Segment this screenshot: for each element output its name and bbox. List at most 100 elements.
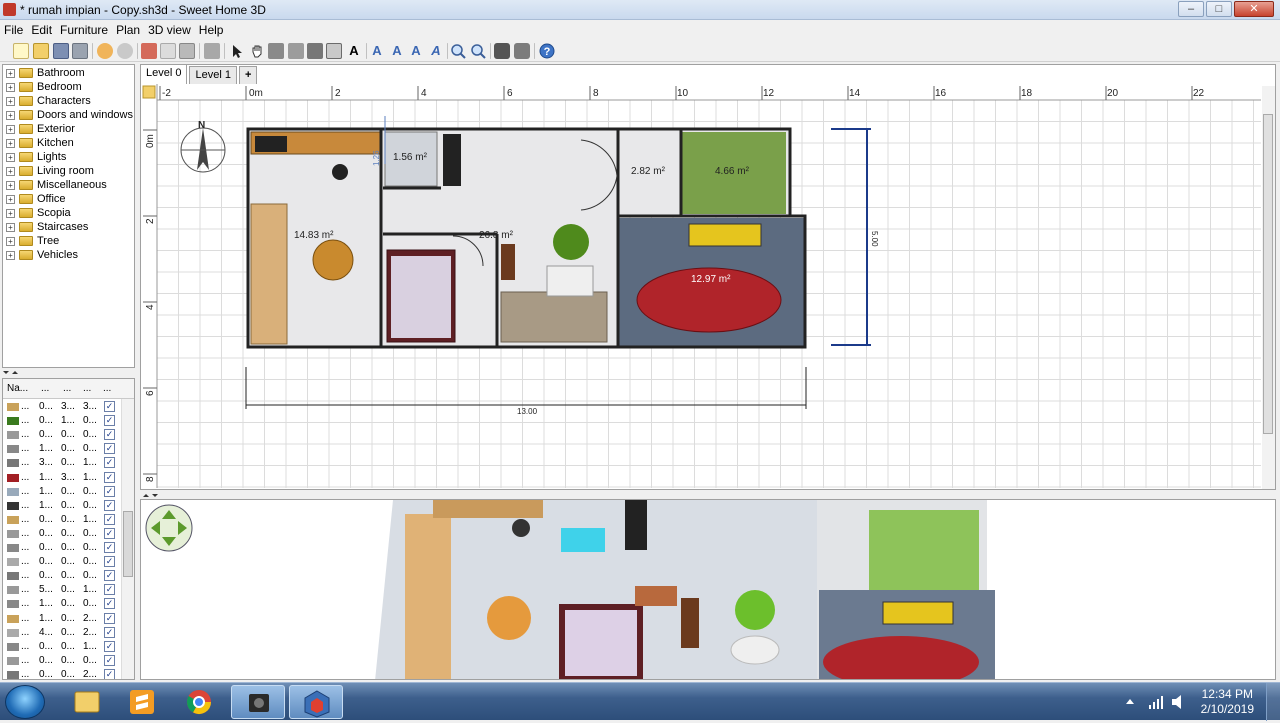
cut-preferences-icon[interactable] [72,43,88,59]
visible-checkbox[interactable]: ✓ [104,668,115,679]
catalog-item-lights[interactable]: + Lights [6,150,66,164]
visible-checkbox[interactable]: ✓ [104,443,115,455]
sublime-icon[interactable] [115,685,169,719]
plan-canvas[interactable]: -2 0m 2 4 6 8 10 12 14 16 18 20 22 0m 2 … [141,84,1261,488]
table-row[interactable]: ... 0... 0... 0... ✓ [3,541,121,555]
visible-checkbox[interactable]: ✓ [104,429,115,441]
catalog-item-office[interactable]: + Office [6,192,66,206]
explorer-icon[interactable] [60,685,114,719]
dimension-height[interactable] [831,128,871,346]
open-icon[interactable] [33,43,49,59]
stool[interactable] [332,164,348,180]
dimension-height-label[interactable]: 5.00 [870,231,879,247]
menu-edit[interactable]: Edit [27,21,56,39]
catalog-splitter[interactable] [0,368,137,376]
plant[interactable] [553,224,589,260]
sweethome3d-icon[interactable] [289,685,343,719]
modify-text-icon[interactable]: A [369,43,385,59]
table-row[interactable]: ... 1... 0... 0... ✓ [3,499,121,513]
create-video-icon[interactable] [514,43,530,59]
room-area-label[interactable]: 26.8 m² [479,230,514,241]
table-row[interactable]: ... 1... 0... 0... ✓ [3,442,121,456]
motorbike[interactable] [688,223,762,247]
table-row[interactable]: ... 5... 0... 1... ✓ [3,583,121,597]
camera-icon[interactable] [231,685,285,719]
menu-help[interactable]: Help [195,21,228,39]
column-header[interactable]: ... [103,383,111,394]
tab-level-0[interactable]: Level 0 [140,64,188,84]
catalog-item-characters[interactable]: + Characters [6,94,91,108]
catalog-item-miscellaneous[interactable]: + Miscellaneous [6,178,107,192]
new-icon[interactable] [13,43,29,59]
help-icon[interactable]: ? [539,43,555,59]
sofa[interactable] [500,291,608,343]
dimension-small-label[interactable]: 1.26 [372,150,381,166]
table-row[interactable]: ... 0... 0... 1... ✓ [3,513,121,527]
column-header[interactable]: ... [83,383,91,394]
dimension-width[interactable] [245,367,807,409]
visible-checkbox[interactable]: ✓ [104,542,115,553]
catalog-item-tree[interactable]: + Tree [6,234,59,248]
catalog-item-vehicles[interactable]: + Vehicles [6,248,78,262]
table-row[interactable]: ... 0... 0... 0... ✓ [3,569,121,583]
table-row[interactable]: ... 3... 0... 1... ✓ [3,456,121,470]
table-row[interactable]: ... 0... 3... 3... ✓ [3,400,121,414]
show-desktop-button[interactable] [1266,683,1280,721]
decrease-text-icon[interactable]: A [408,43,424,59]
network-icon[interactable] [1149,696,1163,709]
visible-checkbox[interactable]: ✓ [104,499,115,511]
staircase[interactable] [250,203,288,345]
add-text-icon[interactable]: A [346,43,362,59]
catalog-item-staircases[interactable]: + Staircases [6,220,88,234]
maximize-button[interactable]: □ [1206,1,1232,17]
table-row[interactable]: ... 0... 0... 0... ✓ [3,654,121,668]
catalog-item-exterior[interactable]: + Exterior [6,122,75,136]
wardrobe[interactable] [443,134,461,186]
column-header-name[interactable]: Na... [7,383,28,394]
table-row[interactable]: ... 0... 0... 0... ✓ [3,527,121,541]
catalog-item-doors-and-windows[interactable]: + Doors and windows [6,108,133,122]
visible-checkbox[interactable]: ✓ [104,654,115,666]
dining-table[interactable] [312,239,354,281]
menu-furniture[interactable]: Furniture [56,21,112,39]
dimension-width-label[interactable]: 13.00 [517,407,538,416]
table-row[interactable]: ... 0... 0... 0... ✓ [3,428,121,442]
menu-file[interactable]: File [0,21,27,39]
close-button[interactable]: ✕ [1234,1,1274,17]
increase-text-icon[interactable]: A [389,43,405,59]
room-area-label[interactable]: 2.82 m² [631,166,666,177]
catalog-item-living-room[interactable]: + Living room [6,164,94,178]
cut-icon[interactable] [141,43,157,59]
catalog-item-kitchen[interactable]: + Kitchen [6,136,74,150]
table-row[interactable]: ... 4... 0... 2... ✓ [3,626,121,640]
scroll-thumb[interactable] [1263,114,1273,434]
visible-checkbox[interactable]: ✓ [104,584,115,596]
save-icon[interactable] [53,43,69,59]
undo-icon[interactable] [97,43,113,59]
table-row[interactable]: ... 1... 0... 2... ✓ [3,612,121,626]
visible-checkbox[interactable]: ✓ [104,485,115,497]
visible-checkbox[interactable]: ✓ [104,626,115,638]
copy-icon[interactable] [160,43,176,59]
create-walls-icon[interactable] [268,43,284,59]
furniture-table-scrollbar[interactable] [121,399,134,679]
visible-checkbox[interactable]: ✓ [104,556,115,568]
visible-checkbox[interactable]: ✓ [104,527,115,539]
select-mode-icon[interactable] [229,43,245,59]
room-area-label[interactable]: 1.56 m² [393,152,428,163]
menu-3d-view[interactable]: 3D view [144,21,195,39]
table-row[interactable]: ... 1... 0... 0... ✓ [3,597,121,611]
table-row[interactable]: ... 0... 0... 1... ✓ [3,640,121,654]
visible-checkbox[interactable]: ✓ [104,570,115,582]
clock[interactable]: 12:34 PM 2/10/2019 [1201,687,1254,717]
text-style-icon[interactable]: A [428,43,444,59]
table-row[interactable]: ... 0... 0... 2... ✓ [3,668,121,679]
add-level-button[interactable]: + [238,66,258,84]
chrome-icon[interactable] [172,685,226,719]
room-area-label[interactable]: 12.97 m² [691,274,731,285]
visible-checkbox[interactable]: ✓ [104,513,115,525]
visible-checkbox[interactable]: ✓ [104,598,115,610]
visible-checkbox[interactable]: ✓ [104,640,115,652]
visible-checkbox[interactable]: ✓ [104,457,115,469]
start-button[interactable] [5,685,45,719]
